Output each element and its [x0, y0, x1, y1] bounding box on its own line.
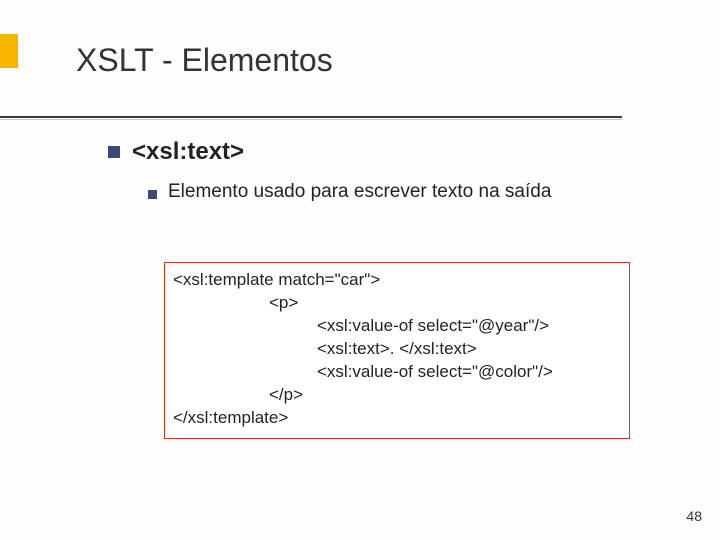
code-line: </xsl:template> — [173, 407, 621, 430]
code-line: <xsl:value-of select="@color"/> — [173, 361, 621, 384]
bullet-icon — [148, 190, 157, 199]
tag-heading: <xsl:text> — [132, 138, 244, 166]
divider-light — [0, 119, 622, 120]
page-number: 48 — [686, 508, 702, 524]
bullet-icon — [108, 146, 120, 158]
accent-block — [0, 34, 18, 68]
description-text: Elemento usado para escrever texto na sa… — [168, 181, 551, 203]
code-line: <p> — [173, 292, 621, 315]
code-line: <xsl:value-of select="@year"/> — [173, 315, 621, 338]
code-example-box: <xsl:template match="car"> <p> <xsl:valu… — [164, 262, 630, 439]
slide-title: XSLT - Elementos — [76, 42, 333, 79]
code-line: <xsl:text>. </xsl:text> — [173, 338, 621, 361]
divider-dark — [0, 116, 622, 118]
code-line: <xsl:template match="car"> — [173, 269, 621, 292]
code-line: </p> — [173, 384, 621, 407]
